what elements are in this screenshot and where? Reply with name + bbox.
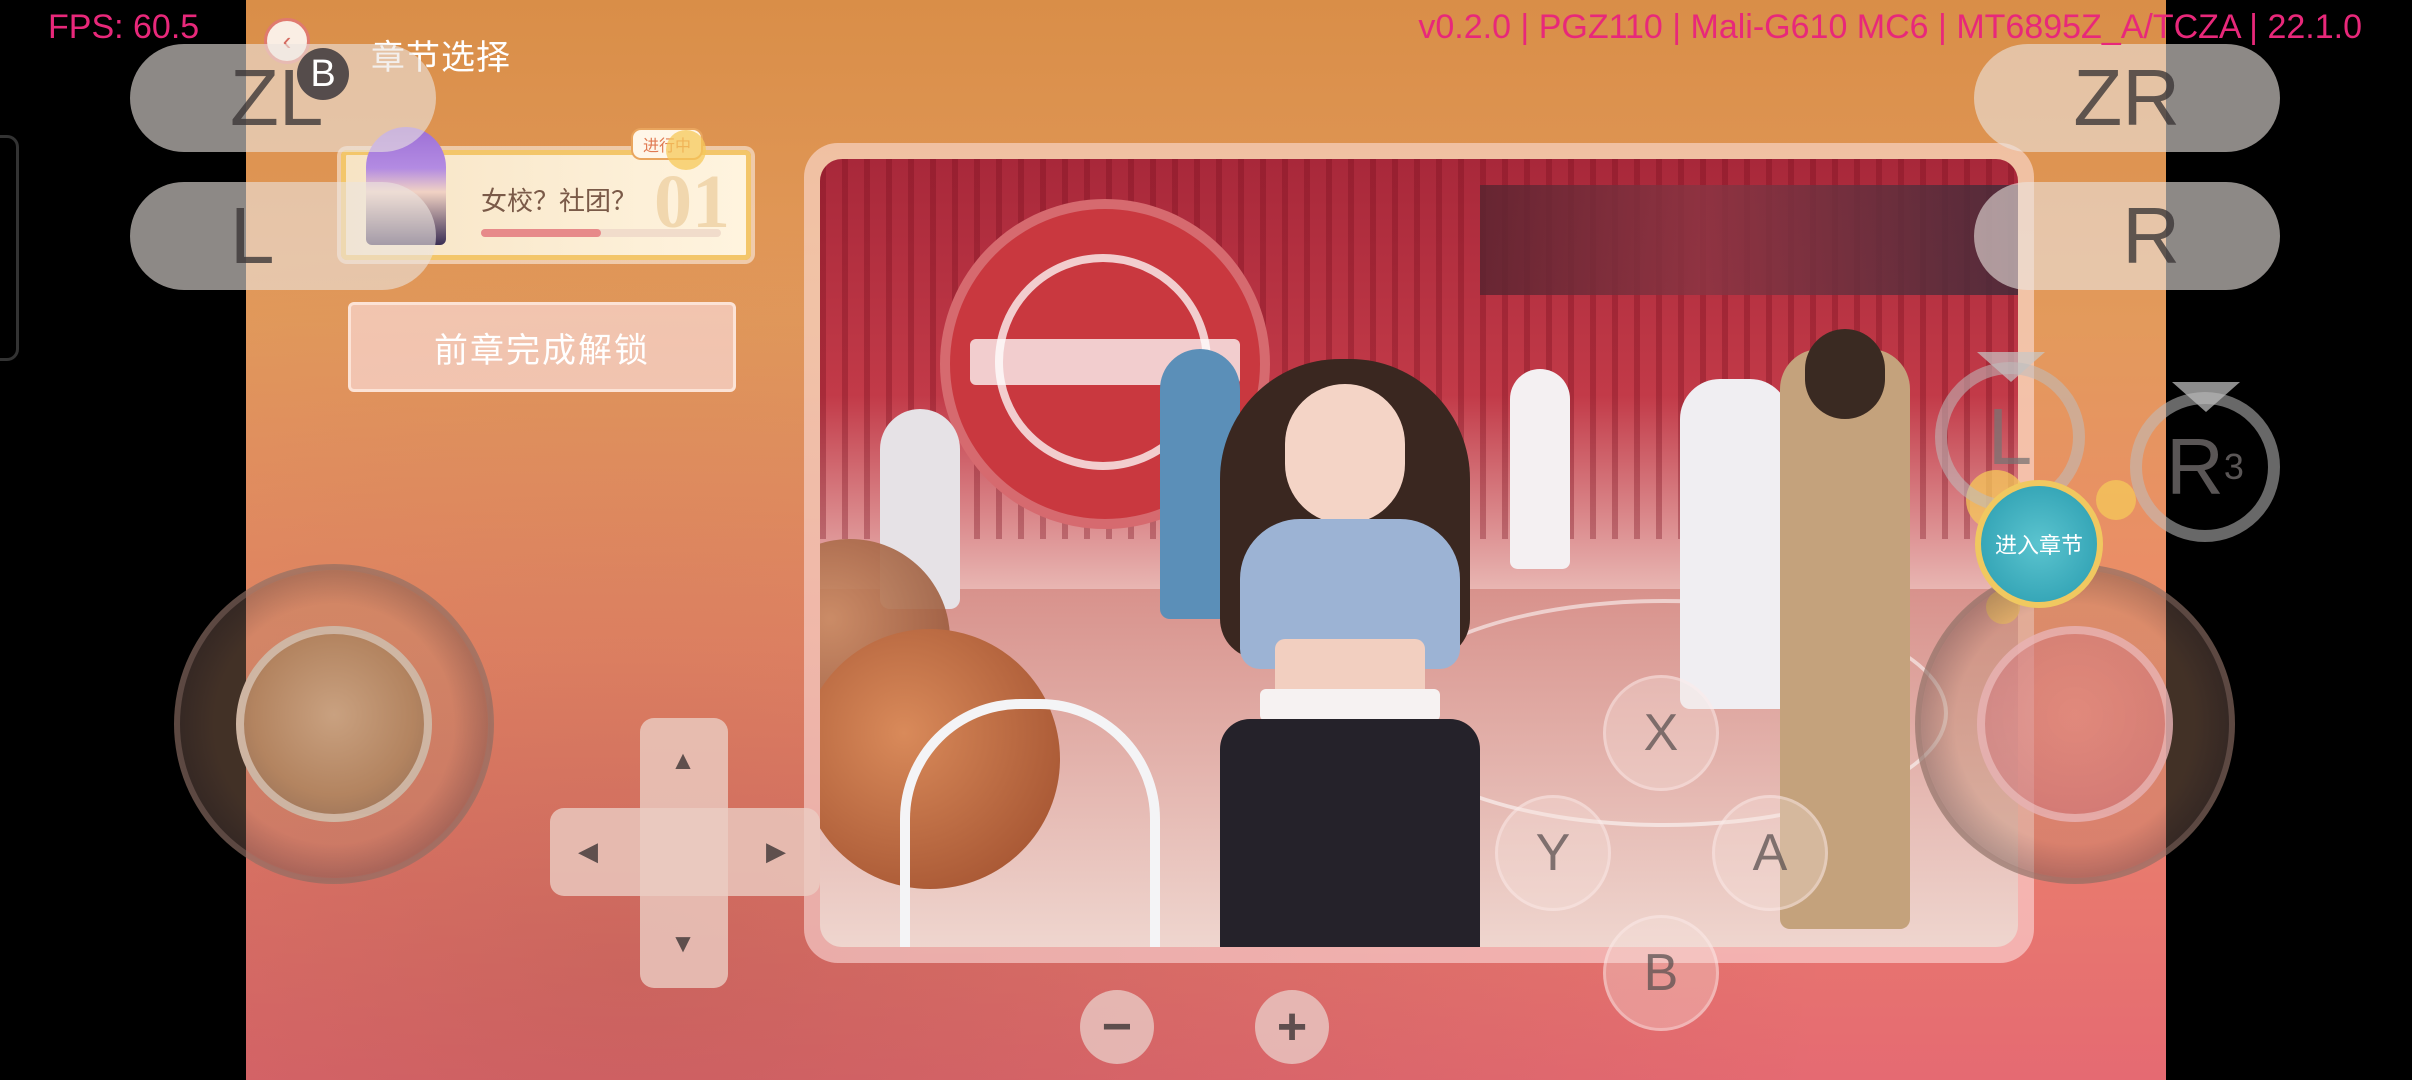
l-button[interactable]: L xyxy=(130,182,436,290)
main-character-face xyxy=(1285,384,1405,524)
main-character-waistband xyxy=(1260,689,1440,721)
l3-label: L xyxy=(1987,392,2033,481)
paint-splash xyxy=(2096,480,2136,520)
zr-button[interactable]: ZR xyxy=(1974,44,2280,152)
emulator-screen: ‹ 章节选择 女校？社团？ 01 进行中 前章完成解锁 xyxy=(0,0,2412,1080)
dpad-left-icon[interactable]: ◀ xyxy=(568,836,608,867)
edge-handle[interactable] xyxy=(0,135,19,361)
chapter-name: 女校？社团？ xyxy=(481,186,638,216)
fps-counter: FPS: 60.5 xyxy=(48,8,200,46)
r-label: R xyxy=(2122,191,2180,280)
b-button[interactable]: B xyxy=(1603,915,1719,1031)
background-person xyxy=(1680,379,1790,709)
dpad-down-icon[interactable]: ▼ xyxy=(663,928,703,959)
l-label: L xyxy=(230,191,275,280)
x-button[interactable]: X xyxy=(1603,675,1719,791)
right-stick-knob[interactable] xyxy=(1977,626,2173,822)
chapter-preview-frame xyxy=(804,143,2034,963)
zl-button[interactable]: ZL xyxy=(130,44,436,152)
minus-button[interactable]: − xyxy=(1080,990,1154,1064)
r3-superscript: 3 xyxy=(2223,446,2244,487)
zr-label: ZR xyxy=(2073,53,2180,142)
left-stick-knob[interactable] xyxy=(236,626,432,822)
background-person-head xyxy=(1805,329,1885,419)
plus-button[interactable]: + xyxy=(1255,990,1329,1064)
enter-chapter-label: 进入章节 xyxy=(1994,533,2083,558)
r-button[interactable]: R xyxy=(1974,182,2280,290)
game-canvas[interactable]: ‹ 章节选择 女校？社团？ 01 进行中 前章完成解锁 xyxy=(246,0,2166,1080)
r3-label: R xyxy=(2166,422,2224,511)
unlock-button[interactable]: 前章完成解锁 xyxy=(348,302,736,392)
paint-splash xyxy=(666,130,706,170)
ball-rack xyxy=(900,699,1160,947)
version-info: v0.2.0 | PGZ110 | Mali-G610 MC6 | MT6895… xyxy=(1418,8,2362,46)
background-person xyxy=(1510,369,1570,569)
chapter-progress-bar xyxy=(481,229,721,237)
chapter-preview-video xyxy=(820,159,2018,947)
chapter-progress-fill xyxy=(481,229,601,237)
dpad-up-icon[interactable]: ▲ xyxy=(663,745,703,776)
y-button[interactable]: Y xyxy=(1495,795,1611,911)
gym-banner xyxy=(1480,185,2018,295)
enter-chapter-button[interactable]: 进入章节 xyxy=(1975,480,2103,608)
b-button-small[interactable]: B xyxy=(297,48,349,100)
a-button[interactable]: A xyxy=(1712,795,1828,911)
main-character-skirt xyxy=(1220,719,1480,947)
dpad-right-icon[interactable]: ▶ xyxy=(756,836,796,867)
r3-button[interactable]: R3 xyxy=(2130,392,2280,542)
